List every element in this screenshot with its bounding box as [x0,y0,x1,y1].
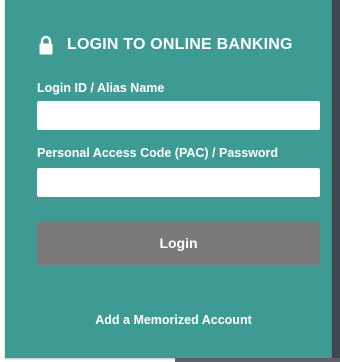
login-id-label: Login ID / Alias Name [37,81,165,95]
lock-icon [39,35,53,55]
panel-title: LOGIN TO ONLINE BANKING [67,36,293,53]
login-id-input[interactable] [37,101,320,130]
background-strip [175,358,340,362]
login-panel: LOGIN TO ONLINE BANKING Login ID / Alias… [5,0,332,358]
pac-input[interactable] [37,168,320,197]
pac-label: Personal Access Code (PAC) / Password [37,146,279,160]
login-button[interactable]: Login [37,221,320,265]
panel-header: LOGIN TO ONLINE BANKING [39,33,293,57]
add-memorized-account-link[interactable]: Add a Memorized Account [0,313,340,327]
login-widget: LOGIN TO ONLINE BANKING Login ID / Alias… [0,0,340,362]
